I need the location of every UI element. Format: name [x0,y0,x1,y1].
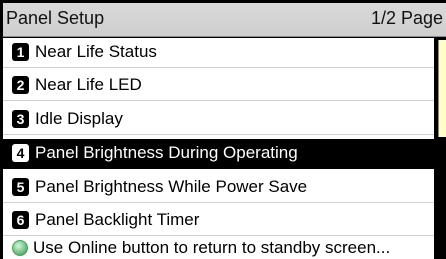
online-button-icon [12,240,28,256]
menu-item-panel-brightness-while-power-save[interactable]: 5 Panel Brightness While Power Save [3,173,434,203]
number-badge-2: 2 [12,76,29,94]
menu-item-label: Panel Brightness While Power Save [35,177,308,196]
title-bar: Panel Setup 1/2 Page [3,3,446,37]
menu-item-label: Idle Display [35,109,123,128]
page-title: Panel Setup [6,8,105,28]
number-badge-3: 3 [12,110,29,128]
menu-item-near-life-led[interactable]: 2 Near Life LED [3,71,434,101]
menu-item-idle-display[interactable]: 3 Idle Display [3,105,434,135]
menu-item-label: Panel Brightness During Operating [35,143,298,162]
number-badge-1: 1 [12,43,29,61]
menu-item-label: Near Life LED [35,75,142,94]
menu-item-label: Panel Backlight Timer [35,210,200,229]
menu-item-near-life-status[interactable]: 1 Near Life Status [3,38,434,68]
number-badge-5: 5 [12,178,29,196]
menu-list: 1 Near Life Status 2 Near Life LED 3 Idl… [3,38,434,259]
number-badge-4: 4 [12,144,29,162]
standby-hint: Use Online button to return to standby s… [3,237,434,259]
hint-text: Use Online button to return to standby s… [33,238,391,257]
menu-item-panel-brightness-during-operating[interactable]: 4 Panel Brightness During Operating [3,139,434,169]
page-indicator: 1/2 Page [371,8,444,28]
number-badge-6: 6 [12,211,29,229]
scroll-indicator[interactable] [438,40,446,137]
menu-item-label: Near Life Status [35,42,157,61]
panel-screen: Panel Setup 1/2 Page 1 Near Life Status … [0,0,446,259]
menu-item-panel-backlight-timer[interactable]: 6 Panel Backlight Timer [3,206,434,236]
